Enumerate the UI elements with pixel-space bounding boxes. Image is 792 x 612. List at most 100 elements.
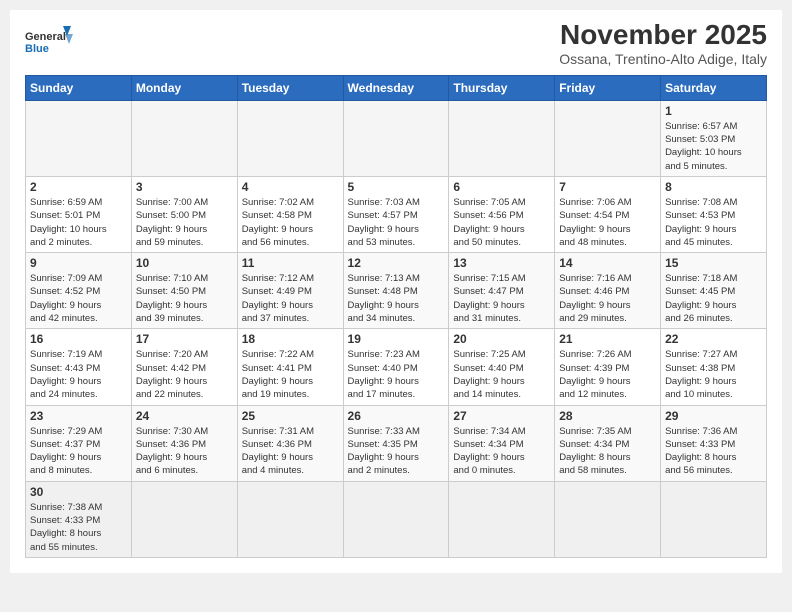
day-number: 25	[242, 409, 339, 423]
day-number: 15	[665, 256, 762, 270]
calendar-week-1: 1 Sunrise: 6:57 AM Sunset: 5:03 PM Daylig…	[26, 100, 767, 176]
day-sun-info: Sunrise: 7:10 AM Sunset: 4:50 PM Dayligh…	[136, 272, 233, 325]
calendar-cell: 16 Sunrise: 7:19 AM Sunset: 4:43 PM Dayli…	[26, 329, 132, 405]
calendar-cell: 21Sunrise: 7:26 AM Sunset: 4:39 PM Dayli…	[555, 329, 661, 405]
day-number: 9	[30, 256, 127, 270]
calendar-cell: 19 Sunrise: 7:23 AM Sunset: 4:40 PM Dayli…	[343, 329, 449, 405]
calendar-week-2: 2Sunrise: 6:59 AM Sunset: 5:01 PM Daylig…	[26, 176, 767, 252]
day-sun-info: Sunrise: 7:05 AM Sunset: 4:56 PM Dayligh…	[453, 196, 550, 249]
day-sun-info: Sunrise: 7:26 AM Sunset: 4:39 PM Dayligh…	[559, 348, 656, 401]
calendar-cell: 29 Sunrise: 7:36 AM Sunset: 4:33 PM Dayli…	[661, 405, 767, 481]
page: General Blue November 2025 Ossana, Trent…	[10, 10, 782, 573]
calendar-cell: 14Sunrise: 7:16 AM Sunset: 4:46 PM Dayli…	[555, 253, 661, 329]
day-number: 30	[30, 485, 127, 499]
calendar-cell: 18 Sunrise: 7:22 AM Sunset: 4:41 PM Dayli…	[237, 329, 343, 405]
calendar-cell: 10 Sunrise: 7:10 AM Sunset: 4:50 PM Dayli…	[131, 253, 237, 329]
calendar-cell	[449, 100, 555, 176]
day-number: 27	[453, 409, 550, 423]
calendar-cell	[555, 100, 661, 176]
calendar-cell	[343, 100, 449, 176]
day-sun-info: Sunrise: 7:31 AM Sunset: 4:36 PM Dayligh…	[242, 425, 339, 478]
weekday-header-monday: Monday	[131, 75, 237, 100]
day-sun-info: Sunrise: 7:03 AM Sunset: 4:57 PM Dayligh…	[348, 196, 445, 249]
day-number: 24	[136, 409, 233, 423]
month-title: November 2025	[559, 20, 767, 51]
calendar-cell: 25 Sunrise: 7:31 AM Sunset: 4:36 PM Dayli…	[237, 405, 343, 481]
calendar-cell: 13 Sunrise: 7:15 AM Sunset: 4:47 PM Dayli…	[449, 253, 555, 329]
day-number: 19	[348, 332, 445, 346]
day-number: 14	[559, 256, 656, 270]
calendar-cell: 2Sunrise: 6:59 AM Sunset: 5:01 PM Daylig…	[26, 176, 132, 252]
calendar-cell	[555, 481, 661, 557]
day-sun-info: Sunrise: 7:35 AM Sunset: 4:34 PM Dayligh…	[559, 425, 656, 478]
calendar-week-5: 23Sunrise: 7:29 AM Sunset: 4:37 PM Dayli…	[26, 405, 767, 481]
calendar-cell	[26, 100, 132, 176]
calendar-week-6: 30 Sunrise: 7:38 AM Sunset: 4:33 PM Dayli…	[26, 481, 767, 557]
day-sun-info: Sunrise: 7:27 AM Sunset: 4:38 PM Dayligh…	[665, 348, 762, 401]
location-title: Ossana, Trentino-Alto Adige, Italy	[559, 51, 767, 67]
calendar-cell: 6 Sunrise: 7:05 AM Sunset: 4:56 PM Daylig…	[449, 176, 555, 252]
calendar-cell: 15 Sunrise: 7:18 AM Sunset: 4:45 PM Dayli…	[661, 253, 767, 329]
day-sun-info: Sunrise: 6:57 AM Sunset: 5:03 PM Dayligh…	[665, 120, 762, 173]
header: General Blue November 2025 Ossana, Trent…	[25, 20, 767, 67]
day-number: 3	[136, 180, 233, 194]
day-sun-info: Sunrise: 7:00 AM Sunset: 5:00 PM Dayligh…	[136, 196, 233, 249]
day-sun-info: Sunrise: 7:06 AM Sunset: 4:54 PM Dayligh…	[559, 196, 656, 249]
calendar-cell: 27 Sunrise: 7:34 AM Sunset: 4:34 PM Dayli…	[449, 405, 555, 481]
calendar-cell: 7Sunrise: 7:06 AM Sunset: 4:54 PM Daylig…	[555, 176, 661, 252]
day-number: 17	[136, 332, 233, 346]
title-block: November 2025 Ossana, Trentino-Alto Adig…	[559, 20, 767, 67]
day-number: 2	[30, 180, 127, 194]
day-sun-info: Sunrise: 7:20 AM Sunset: 4:42 PM Dayligh…	[136, 348, 233, 401]
day-number: 13	[453, 256, 550, 270]
day-number: 29	[665, 409, 762, 423]
day-number: 1	[665, 104, 762, 118]
calendar-cell	[449, 481, 555, 557]
day-sun-info: Sunrise: 7:22 AM Sunset: 4:41 PM Dayligh…	[242, 348, 339, 401]
calendar-cell	[131, 481, 237, 557]
calendar-week-3: 9Sunrise: 7:09 AM Sunset: 4:52 PM Daylig…	[26, 253, 767, 329]
day-sun-info: Sunrise: 7:36 AM Sunset: 4:33 PM Dayligh…	[665, 425, 762, 478]
day-sun-info: Sunrise: 7:30 AM Sunset: 4:36 PM Dayligh…	[136, 425, 233, 478]
calendar-cell: 23Sunrise: 7:29 AM Sunset: 4:37 PM Dayli…	[26, 405, 132, 481]
day-sun-info: Sunrise: 7:38 AM Sunset: 4:33 PM Dayligh…	[30, 501, 127, 554]
day-number: 6	[453, 180, 550, 194]
calendar-cell	[237, 481, 343, 557]
calendar-cell: 11 Sunrise: 7:12 AM Sunset: 4:49 PM Dayli…	[237, 253, 343, 329]
calendar-cell	[343, 481, 449, 557]
calendar-cell: 26 Sunrise: 7:33 AM Sunset: 4:35 PM Dayli…	[343, 405, 449, 481]
weekday-header-wednesday: Wednesday	[343, 75, 449, 100]
day-sun-info: Sunrise: 7:23 AM Sunset: 4:40 PM Dayligh…	[348, 348, 445, 401]
day-sun-info: Sunrise: 7:15 AM Sunset: 4:47 PM Dayligh…	[453, 272, 550, 325]
day-number: 23	[30, 409, 127, 423]
day-sun-info: Sunrise: 7:02 AM Sunset: 4:58 PM Dayligh…	[242, 196, 339, 249]
calendar-week-4: 16 Sunrise: 7:19 AM Sunset: 4:43 PM Dayli…	[26, 329, 767, 405]
day-number: 16	[30, 332, 127, 346]
weekday-header-sunday: Sunday	[26, 75, 132, 100]
calendar-cell: 1 Sunrise: 6:57 AM Sunset: 5:03 PM Daylig…	[661, 100, 767, 176]
calendar-cell: 9Sunrise: 7:09 AM Sunset: 4:52 PM Daylig…	[26, 253, 132, 329]
calendar-cell	[661, 481, 767, 557]
day-sun-info: Sunrise: 7:33 AM Sunset: 4:35 PM Dayligh…	[348, 425, 445, 478]
day-sun-info: Sunrise: 7:34 AM Sunset: 4:34 PM Dayligh…	[453, 425, 550, 478]
svg-text:General: General	[25, 31, 66, 43]
day-number: 4	[242, 180, 339, 194]
logo: General Blue	[25, 24, 75, 64]
day-number: 10	[136, 256, 233, 270]
weekday-header-thursday: Thursday	[449, 75, 555, 100]
generalblue-logo-icon: General Blue	[25, 24, 75, 64]
day-sun-info: Sunrise: 7:12 AM Sunset: 4:49 PM Dayligh…	[242, 272, 339, 325]
calendar-cell: 12Sunrise: 7:13 AM Sunset: 4:48 PM Dayli…	[343, 253, 449, 329]
day-number: 18	[242, 332, 339, 346]
calendar-cell: 28Sunrise: 7:35 AM Sunset: 4:34 PM Dayli…	[555, 405, 661, 481]
day-number: 26	[348, 409, 445, 423]
calendar-cell: 30 Sunrise: 7:38 AM Sunset: 4:33 PM Dayli…	[26, 481, 132, 557]
day-sun-info: Sunrise: 7:19 AM Sunset: 4:43 PM Dayligh…	[30, 348, 127, 401]
day-number: 20	[453, 332, 550, 346]
day-number: 12	[348, 256, 445, 270]
day-sun-info: Sunrise: 7:25 AM Sunset: 4:40 PM Dayligh…	[453, 348, 550, 401]
day-sun-info: Sunrise: 7:18 AM Sunset: 4:45 PM Dayligh…	[665, 272, 762, 325]
day-number: 11	[242, 256, 339, 270]
calendar-cell: 3 Sunrise: 7:00 AM Sunset: 5:00 PM Daylig…	[131, 176, 237, 252]
calendar-cell: 17 Sunrise: 7:20 AM Sunset: 4:42 PM Dayli…	[131, 329, 237, 405]
